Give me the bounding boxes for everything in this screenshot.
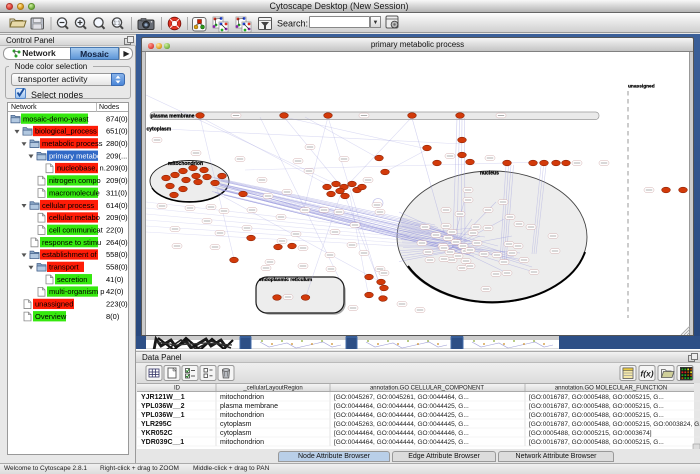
svg-text:[GO:0016787, GO:0005488, GO:00: [GO:0016787, GO:0005488, GO:0005215, G..… — [529, 439, 664, 446]
svg-text:response to stimu: response to stimu — [42, 238, 101, 247]
svg-text:311(0): 311(0) — [106, 188, 128, 197]
svg-text:651(0): 651(0) — [106, 127, 128, 136]
svg-text:874(0): 874(0) — [106, 114, 128, 123]
svg-text:cellular metabo: cellular metabo — [49, 213, 100, 222]
svg-text:[GO:0044464, GO:0044444, GO:00: [GO:0044464, GO:0044444, GO:0044446, G..… — [334, 430, 469, 437]
svg-text:cytoplasm: cytoplasm — [220, 421, 252, 428]
svg-text:223(0): 223(0) — [106, 300, 128, 309]
svg-text:Overview: Overview — [35, 312, 67, 321]
svg-text:multi-organism p: multi-organism p — [49, 287, 104, 296]
svg-text:nitrogen compo: nitrogen compo — [49, 176, 101, 185]
svg-text:1:1: 1:1 — [114, 21, 121, 27]
svg-text:nucleobase, n...: nucleobase, n... — [57, 164, 110, 173]
svg-text:YKR052C: YKR052C — [141, 430, 173, 437]
svg-text:Search:: Search: — [277, 19, 308, 29]
svg-text:unassigned: unassigned — [628, 84, 655, 90]
svg-text:YPL036W__2: YPL036W__2 — [141, 403, 185, 410]
svg-text:42(0): 42(0) — [106, 287, 124, 296]
svg-text:209(...: 209(... — [106, 151, 127, 160]
svg-text:primary metabo: primary metabo — [49, 151, 101, 160]
svg-text:209(0): 209(0) — [106, 213, 128, 222]
svg-text:annotation.GO MOLECULAR_FUNCTI: annotation.GO MOLECULAR_FUNCTION — [555, 386, 667, 392]
svg-text:nucleus: nucleus — [480, 171, 499, 177]
svg-text:[GO:0016787, GO:0005488, GO:00: [GO:0016787, GO:0005488, GO:0005215, G..… — [529, 412, 664, 419]
svg-text:[GO:0016787, GO:0005488, GO:00: [GO:0016787, GO:0005488, GO:0005215, GO:… — [529, 421, 700, 428]
svg-text:cell communicat: cell communicat — [49, 225, 104, 234]
svg-text:YDR039C__1: YDR039C__1 — [141, 439, 184, 446]
svg-text:41(0): 41(0) — [106, 275, 124, 284]
svg-text:establishment of: establishment of — [42, 250, 98, 259]
svg-text:mitochondrion: mitochondrion — [220, 439, 264, 446]
svg-text:209(0): 209(0) — [106, 176, 128, 185]
svg-text:mitochondrion: mitochondrion — [168, 161, 203, 167]
svg-text:annotation.GO CELLULAR_COMPONE: annotation.GO CELLULAR_COMPONENT — [370, 386, 484, 392]
svg-text:[GO:0044464, GO:0044444, GO:00: [GO:0044464, GO:0044444, GO:0044425, G..… — [334, 403, 469, 410]
svg-text:plasma membrane: plasma membrane — [151, 114, 195, 120]
svg-text:[GO:0016787, GO:0005488, GO:00: [GO:0016787, GO:0005488, GO:0005215, G..… — [529, 403, 664, 410]
svg-text:YJR121W__1: YJR121W__1 — [141, 394, 185, 401]
svg-text:22(0): 22(0) — [106, 225, 124, 234]
svg-text:[GO:0045267, GO:0045261, GO:00: [GO:0045267, GO:0045261, GO:0044464, G..… — [334, 394, 469, 401]
svg-text:264(0): 264(0) — [106, 238, 128, 247]
svg-text:YLR295C: YLR295C — [141, 421, 172, 428]
svg-text:8(0): 8(0) — [106, 312, 120, 321]
svg-text:ID: ID — [174, 386, 181, 392]
svg-text:plasma membrane: plasma membrane — [220, 403, 278, 410]
svg-text:YPL036W__1: YPL036W__1 — [141, 412, 185, 419]
svg-text:unassigned: unassigned — [35, 300, 73, 309]
svg-text:_cellularLayoutRegion: _cellularLayoutRegion — [242, 386, 302, 392]
svg-text:endoplasmic reticulum: endoplasmic reticulum — [259, 277, 313, 283]
svg-text:209(0): 209(0) — [106, 164, 128, 173]
svg-text:transport: transport — [49, 263, 80, 272]
svg-text:614(0): 614(0) — [106, 201, 128, 210]
svg-text:mitochondrion: mitochondrion — [220, 394, 264, 401]
svg-text:macromolecule: macromolecule — [49, 188, 100, 197]
svg-text:[GO:0016787, GO:0005488, GO:00: [GO:0016787, GO:0005488, GO:0005215, G..… — [529, 394, 664, 401]
svg-text:558(0): 558(0) — [106, 263, 128, 272]
svg-text:metabolic process: metabolic process — [42, 139, 103, 148]
svg-text:f(x): f(x) — [640, 369, 653, 379]
svg-text:mitochondrion: mitochondrion — [220, 412, 264, 419]
svg-text:[GO:0045263, GO:0044444, GO:00: [GO:0045263, GO:0044444, GO:0044445, G..… — [334, 421, 469, 428]
svg-text:secretion: secretion — [57, 275, 87, 284]
svg-text:cytoplasm: cytoplasm — [220, 430, 252, 437]
svg-text:280(0): 280(0) — [106, 139, 128, 148]
svg-text:558(0): 558(0) — [106, 250, 128, 259]
svg-text:[GO:0044464, GO:0044444, GO:00: [GO:0044464, GO:0044444, GO:0044425, G..… — [334, 439, 469, 446]
svg-text:biological_process: biological_process — [35, 127, 97, 136]
svg-text:cellular process: cellular process — [42, 201, 94, 210]
svg-text:[GO:0044464, GO:0044444, GO:00: [GO:0044464, GO:0044444, GO:0044425, G..… — [334, 412, 469, 419]
svg-text:mosaic-demo-yeast: mosaic-demo-yeast — [23, 114, 89, 123]
svg-text:cytoplasm: cytoplasm — [147, 127, 172, 133]
svg-text:[GO:0005488, GO:0005215, GO:00: [GO:0005488, GO:0005215, GO:0003674] — [529, 430, 652, 437]
